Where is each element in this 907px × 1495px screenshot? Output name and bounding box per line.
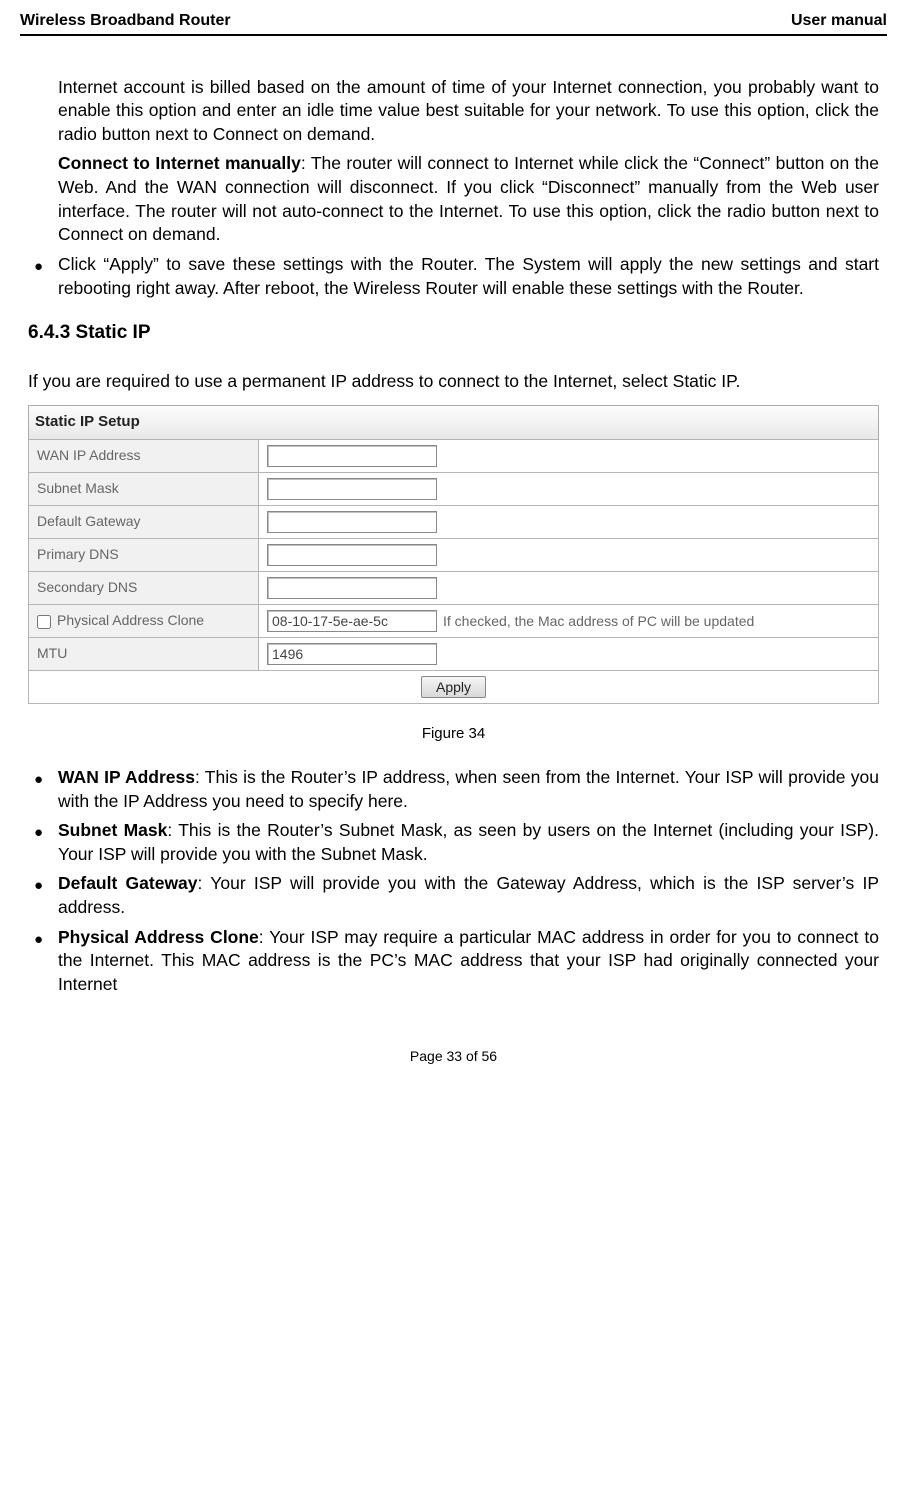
input-secondary-dns[interactable] <box>267 577 437 599</box>
gateway-label: Default Gateway <box>58 873 198 893</box>
bullet-icon: ● <box>28 872 58 919</box>
apply-button[interactable]: Apply <box>421 676 486 698</box>
row-clone: Physical Address Clone If checked, the M… <box>29 604 879 637</box>
input-mtu[interactable] <box>267 643 437 665</box>
continued-paragraph: Internet account is billed based on the … <box>58 76 879 147</box>
row-secondary-dns: Secondary DNS <box>29 571 879 604</box>
static-ip-form: WAN IP Address Subnet Mask Default Gatew… <box>28 439 879 704</box>
page-header: Wireless Broadband Router User manual <box>20 10 887 36</box>
label-clone: Physical Address Clone <box>29 604 259 637</box>
bullet-icon: ● <box>28 253 58 300</box>
page-footer: Page 33 of 56 <box>20 1047 887 1066</box>
figure-caption: Figure 34 <box>28 724 879 744</box>
row-mtu: MTU <box>29 637 879 670</box>
static-ip-figure: Static IP Setup WAN IP Address Subnet Ma… <box>28 405 879 703</box>
label-mtu: MTU <box>29 637 259 670</box>
apply-bullet: ● Click “Apply” to save these settings w… <box>28 253 879 300</box>
row-primary-dns: Primary DNS <box>29 538 879 571</box>
subnet-text: : This is the Router’s Subnet Mask, as s… <box>58 820 879 864</box>
label-clone-text: Physical Address Clone <box>57 612 204 628</box>
input-wan-ip[interactable] <box>267 445 437 467</box>
clone-note: If checked, the Mac address of PC will b… <box>443 610 870 631</box>
bullet-icon: ● <box>28 766 58 813</box>
bullet-icon: ● <box>28 819 58 866</box>
bullet-wan-ip: ● WAN IP Address: This is the Router’s I… <box>28 766 879 813</box>
label-subnet: Subnet Mask <box>29 472 259 505</box>
bullet-gateway: ● Default Gateway: Your ISP will provide… <box>28 872 879 919</box>
label-secondary-dns: Secondary DNS <box>29 571 259 604</box>
subnet-label: Subnet Mask <box>58 820 167 840</box>
clone-label: Physical Address Clone <box>58 927 259 947</box>
panel-title: Static IP Setup <box>28 405 879 438</box>
bullet-clone: ● Physical Address Clone: Your ISP may r… <box>28 926 879 997</box>
bullet-icon: ● <box>28 926 58 997</box>
input-clone[interactable] <box>267 610 437 632</box>
input-subnet[interactable] <box>267 478 437 500</box>
manual-paragraph: Connect to Internet manually: The router… <box>58 152 879 247</box>
manual-label: Connect to Internet manually <box>58 153 301 173</box>
label-gateway: Default Gateway <box>29 505 259 538</box>
input-primary-dns[interactable] <box>267 544 437 566</box>
page-content: Internet account is billed based on the … <box>28 76 879 997</box>
lead-paragraph: If you are required to use a permanent I… <box>28 370 879 394</box>
row-apply: Apply <box>29 670 879 703</box>
input-gateway[interactable] <box>267 511 437 533</box>
apply-bullet-text: Click “Apply” to save these settings wit… <box>58 253 879 300</box>
row-wan-ip: WAN IP Address <box>29 439 879 472</box>
label-primary-dns: Primary DNS <box>29 538 259 571</box>
checkbox-clone[interactable] <box>37 615 51 629</box>
row-gateway: Default Gateway <box>29 505 879 538</box>
section-heading: 6.4.3 Static IP <box>28 320 879 346</box>
row-subnet: Subnet Mask <box>29 472 879 505</box>
header-left: Wireless Broadband Router <box>20 10 231 32</box>
wan-label: WAN IP Address <box>58 767 195 787</box>
label-wan-ip: WAN IP Address <box>29 439 259 472</box>
bullet-subnet: ● Subnet Mask: This is the Router’s Subn… <box>28 819 879 866</box>
header-right: User manual <box>791 10 887 32</box>
